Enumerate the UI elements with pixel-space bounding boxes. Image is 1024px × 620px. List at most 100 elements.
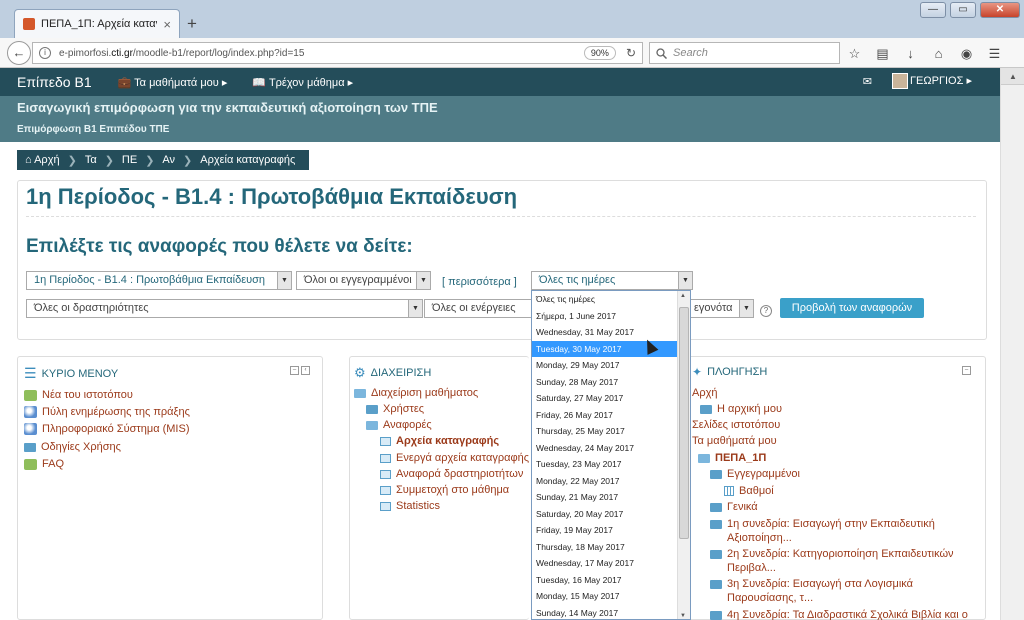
days-select[interactable]: Όλες τις ημέρες ▼ [531, 271, 693, 290]
tree-item[interactable]: Συμμετοχή στο μάθημα [380, 484, 509, 496]
view-reports-button[interactable]: Προβολή των αναφορών [780, 298, 924, 318]
tree-item[interactable]: Statistics [380, 500, 440, 512]
participants-select[interactable]: Όλοι οι εγγεγραμμένοι ▼ [296, 271, 431, 290]
dropdown-option[interactable]: Monday, 29 May 2017 [532, 357, 677, 374]
user-menu[interactable]: ΓΕΩΡΓΙΟΣ ▸ [891, 73, 972, 89]
address-bar[interactable]: i e-pimorfosi.cti.gr/moodle-b1/report/lo… [32, 42, 643, 64]
dropdown-option[interactable]: Σήμερα, 1 June 2017 [532, 308, 677, 325]
dock-icon[interactable]: – [962, 366, 971, 375]
bookmark-star-icon[interactable]: ☆ [846, 45, 863, 62]
tree-item[interactable]: Χρήστες [366, 403, 424, 415]
tree-item-current[interactable]: Αρχεία καταγραφής [380, 435, 499, 447]
gear-icon: ⚙ [354, 365, 366, 380]
tree-item[interactable]: Διαχείριση μαθήματος [354, 387, 478, 399]
list-item[interactable]: Πληροφοριακό Σύστημα (MIS) [24, 423, 190, 435]
messages-icon[interactable]: ✉ [863, 75, 872, 88]
maximize-button[interactable]: ▭ [950, 2, 976, 18]
help-icon[interactable]: ? [760, 305, 772, 317]
tree-item[interactable]: Εγγεγραμμένοι [710, 468, 800, 480]
events-select[interactable]: εγονότα ▼ [690, 299, 754, 318]
dropdown-option[interactable]: Sunday, 28 May 2017 [532, 374, 677, 391]
list-item[interactable]: Πύλη ενημέρωσης της πράξης [24, 406, 190, 418]
breadcrumb-home[interactable]: ⌂ Αρχή [25, 154, 60, 166]
course-select[interactable]: 1η Περίοδος - Β1.4 : Πρωτοβάθμια Εκπαίδε… [26, 271, 292, 290]
tree-item[interactable]: Ενεργά αρχεία καταγραφής [380, 452, 529, 464]
more-link[interactable]: [ περισσότερα ] [442, 276, 517, 288]
zoom-indicator[interactable]: 90% [583, 46, 616, 60]
dropdown-option[interactable]: Saturday, 20 May 2017 [532, 506, 677, 523]
page-title: 1η Περίοδος - Β1.4 : Πρωτοβάθμια Εκπαίδε… [26, 184, 518, 209]
breadcrumb-item[interactable]: ΠΕ [122, 154, 137, 166]
my-courses-menu[interactable]: 💼 Τα μαθήματά μου ▸ [118, 76, 228, 89]
list-item[interactable]: FAQ [24, 458, 64, 470]
back-arrow-icon[interactable]: ← [7, 41, 31, 65]
close-tab-icon[interactable]: × [163, 17, 171, 32]
dropdown-option[interactable]: Όλες τις ημέρες [532, 291, 677, 308]
folder-icon [710, 550, 722, 559]
breadcrumb-item[interactable]: Τα [85, 154, 97, 166]
folder-icon [366, 404, 378, 414]
info-icon[interactable]: i [39, 47, 51, 59]
dropdown-scrollbar[interactable]: ▲ ▼ [677, 291, 690, 619]
list-item[interactable]: Οδηγίες Χρήσης [24, 441, 121, 453]
tree-item[interactable]: Γενικά [710, 501, 758, 513]
reading-list-icon[interactable]: ▤ [874, 45, 891, 62]
tree-item[interactable]: ΠΕΠΑ_1Π [698, 452, 766, 464]
tree-item[interactable]: Αναφορές [366, 419, 432, 431]
tree-item[interactable]: 4η Συνεδρία: Τα Διαδραστικά Σχολικά Βιβλ… [710, 609, 968, 620]
dropdown-option[interactable]: Wednesday, 17 May 2017 [532, 555, 677, 572]
dropdown-option[interactable]: Monday, 15 May 2017 [532, 588, 677, 605]
breadcrumb-current[interactable]: Αρχεία καταγραφής [200, 154, 295, 166]
dropdown-option[interactable]: Saturday, 27 May 2017 [532, 390, 677, 407]
dropdown-option[interactable]: Friday, 19 May 2017 [532, 522, 677, 539]
scroll-down-arrow-icon[interactable]: ▼ [680, 613, 686, 619]
close-window-button[interactable]: ✕ [980, 2, 1020, 18]
download-icon[interactable]: ↓ [902, 45, 919, 62]
actions-select[interactable]: Όλες οι ενέργειες [424, 299, 534, 318]
scrollbar-thumb[interactable] [679, 307, 689, 539]
search-input[interactable]: Search [649, 42, 840, 64]
page-scrollbar[interactable]: ▲ [1000, 68, 1024, 620]
scroll-up-arrow-icon[interactable]: ▲ [680, 293, 686, 299]
dropdown-option[interactable]: Wednesday, 24 May 2017 [532, 440, 677, 457]
dropdown-option[interactable]: Sunday, 14 May 2017 [532, 605, 677, 620]
reload-icon[interactable]: ↻ [626, 46, 636, 60]
dropdown-option[interactable]: Tuesday, 23 May 2017 [532, 456, 677, 473]
days-dropdown-list[interactable]: Όλες τις ημέρες Σήμερα, 1 June 2017 Wednes… [531, 290, 691, 620]
tree-item[interactable]: 2η Συνεδρία: Κατηγοριοποίηση Εκπαιδευτικ… [710, 547, 954, 575]
scroll-up-arrow-icon[interactable]: ▲ [1001, 68, 1024, 85]
home-icon[interactable]: ⌂ [930, 45, 947, 62]
pocket-icon[interactable]: ◉ [958, 45, 975, 62]
minimize-button[interactable]: — [920, 2, 946, 18]
collapse-icon[interactable]: ‹ [301, 366, 310, 375]
menu-hamburger-icon[interactable]: ☰ [986, 45, 1003, 62]
browser-tab[interactable]: ΠΕΠΑ_1Π: Αρχεία καταγραφ × [14, 9, 180, 38]
new-tab-button[interactable]: + [187, 14, 197, 34]
dropdown-option[interactable]: Monday, 22 May 2017 [532, 473, 677, 490]
dropdown-option[interactable]: Thursday, 18 May 2017 [532, 539, 677, 556]
dropdown-option[interactable]: Friday, 26 May 2017 [532, 407, 677, 424]
dropdown-option[interactable]: Tuesday, 16 May 2017 [532, 572, 677, 589]
tree-item[interactable]: Αναφορά δραστηριοτήτων [380, 468, 523, 480]
browser-navbar: ← i e-pimorfosi.cti.gr/moodle-b1/report/… [0, 38, 1024, 68]
activities-select[interactable]: Όλες οι δραστηριότητες ▼ [26, 299, 423, 318]
tree-item[interactable]: Η αρχική μου [700, 403, 782, 415]
site-brand[interactable]: Επίπεδο Β1 [17, 74, 92, 90]
list-item[interactable]: Νέα του ιστοτόπου [24, 389, 133, 401]
avatar [891, 73, 908, 89]
menu-icon: ☰ [24, 365, 37, 381]
breadcrumb-item[interactable]: Αν [162, 154, 175, 166]
tree-item[interactable]: Βαθμοί [724, 485, 774, 497]
dropdown-option[interactable]: Wednesday, 31 May 2017 [532, 324, 677, 341]
report-heading: Επιλέξτε τις αναφορές που θέλετε να δείτ… [26, 236, 413, 257]
current-course-menu[interactable]: 📖 Τρέχον μάθημα ▸ [252, 76, 353, 89]
tree-item[interactable]: 1η συνεδρία: Εισαγωγή στην Εκπαιδευτική Α… [710, 517, 935, 545]
dropdown-option[interactable]: Thursday, 25 May 2017 [532, 423, 677, 440]
dock-icon[interactable]: – [290, 366, 299, 375]
dropdown-option[interactable]: Sunday, 21 May 2017 [532, 489, 677, 506]
tree-item[interactable]: Σελίδες ιστοτόπου [692, 419, 780, 431]
block-title: ⚙ ΔΙΑΧΕΙΡΙΣΗ [354, 365, 432, 380]
tree-item[interactable]: Αρχή [692, 387, 718, 399]
tree-item[interactable]: 3η Συνεδρία: Εισαγωγή στα Λογισμικά Παρου… [710, 577, 913, 605]
tree-item[interactable]: Τα μαθήματά μου [692, 435, 777, 447]
